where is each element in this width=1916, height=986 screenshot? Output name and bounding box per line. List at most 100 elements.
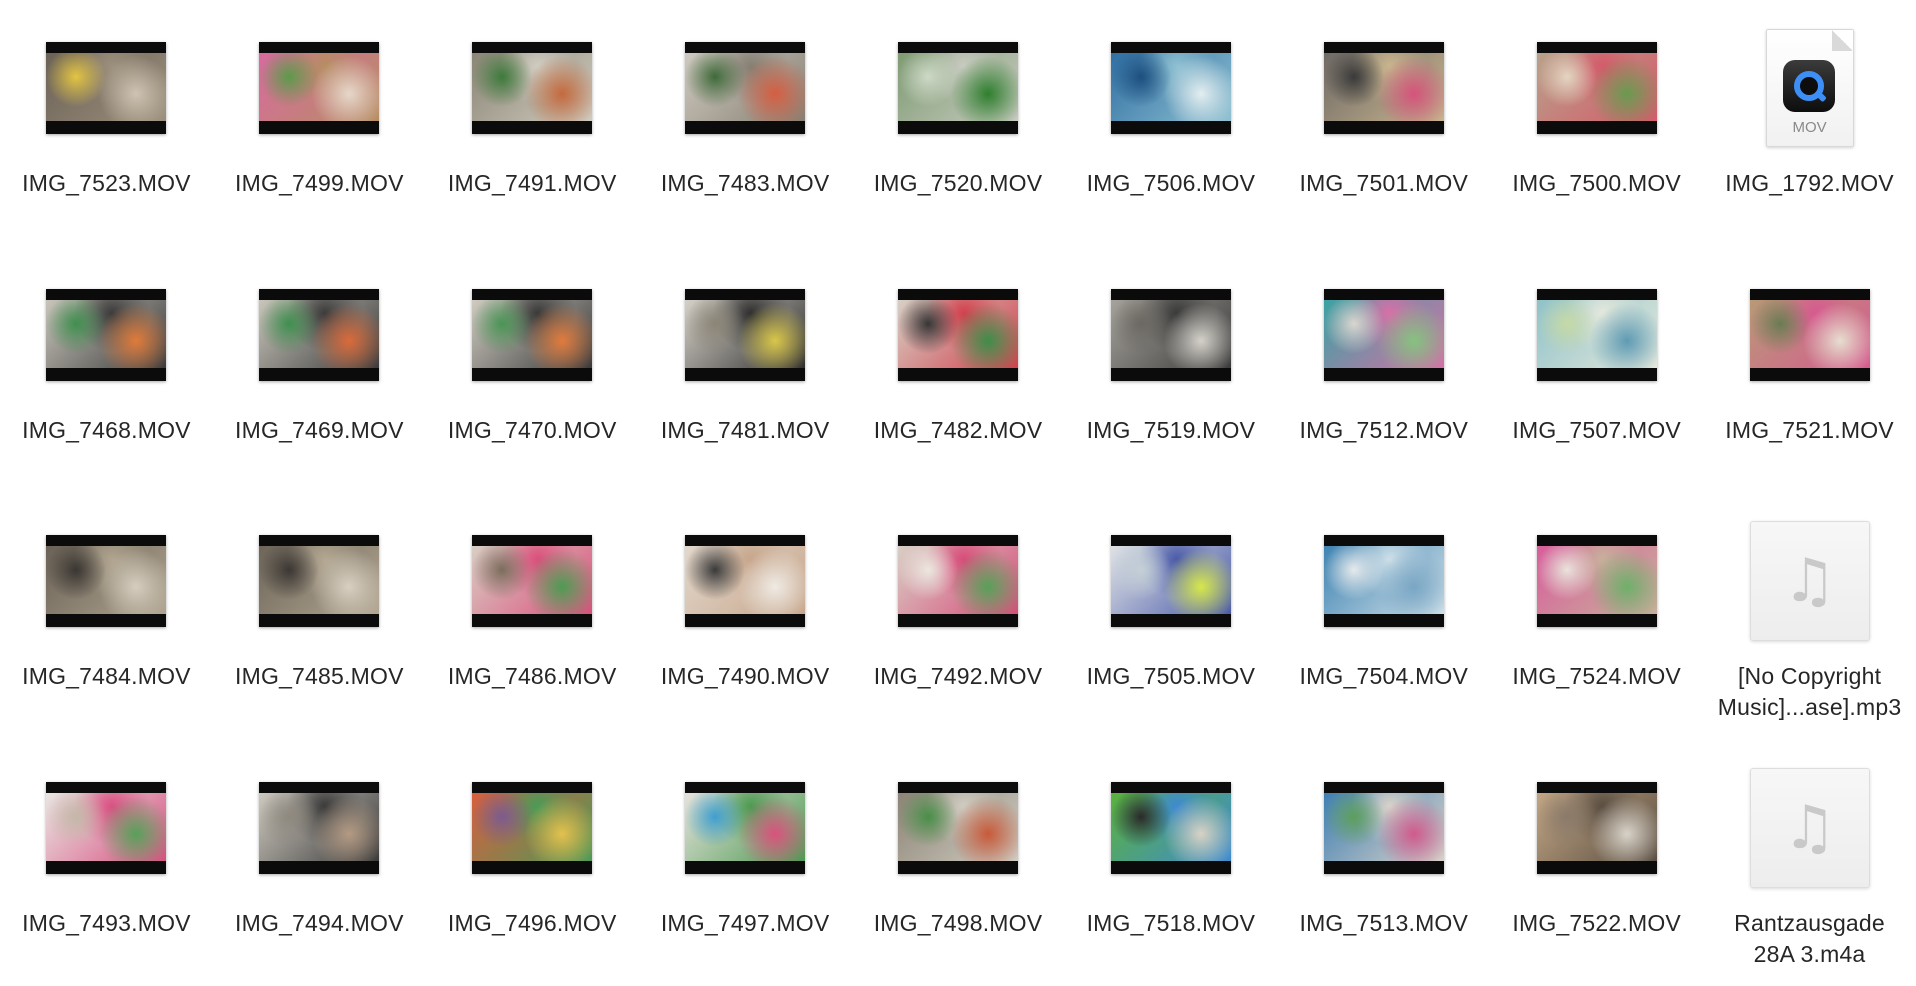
video-thumbnail[interactable] <box>472 42 593 134</box>
file-item[interactable]: IMG_7513.MOV <box>1277 740 1490 986</box>
file-item[interactable]: ♫ Rantzausgade 28A 3.m4a <box>1703 740 1916 986</box>
file-icon-area[interactable] <box>1064 531 1277 631</box>
file-icon-area[interactable] <box>1277 285 1490 385</box>
file-name-label[interactable]: IMG_7507.MOV <box>1482 415 1711 446</box>
file-name-label[interactable]: IMG_7486.MOV <box>418 661 647 692</box>
file-name-label[interactable]: IMG_7485.MOV <box>205 661 434 692</box>
file-name-label[interactable]: IMG_7504.MOV <box>1269 661 1498 692</box>
video-thumbnail[interactable] <box>897 535 1018 627</box>
file-icon-area[interactable] <box>213 531 426 631</box>
video-thumbnail[interactable] <box>685 535 806 627</box>
file-item[interactable]: IMG_7498.MOV <box>852 740 1065 986</box>
file-name-label[interactable]: IMG_7491.MOV <box>418 168 647 199</box>
file-icon-area[interactable]: MOV <box>1703 29 1916 147</box>
file-icon-area[interactable] <box>213 778 426 878</box>
video-thumbnail[interactable] <box>1749 288 1870 381</box>
file-name-label[interactable]: IMG_7522.MOV <box>1482 908 1711 939</box>
video-thumbnail[interactable] <box>46 288 167 381</box>
file-item[interactable]: IMG_7494.MOV <box>213 740 426 986</box>
file-item[interactable]: IMG_7500.MOV <box>1490 0 1703 247</box>
file-item[interactable]: IMG_7484.MOV <box>0 493 213 740</box>
file-item[interactable]: IMG_7492.MOV <box>852 493 1065 740</box>
video-thumbnail[interactable] <box>46 42 167 134</box>
file-icon-area[interactable] <box>0 531 213 631</box>
video-thumbnail[interactable] <box>1536 781 1657 874</box>
file-icon-area[interactable] <box>852 531 1065 631</box>
video-thumbnail[interactable] <box>1536 535 1657 627</box>
file-name-label[interactable]: IMG_7490.MOV <box>631 661 860 692</box>
file-name-label[interactable]: IMG_7520.MOV <box>844 168 1073 199</box>
file-icon-area[interactable] <box>1064 38 1277 138</box>
file-icon-area[interactable] <box>1490 285 1703 385</box>
file-icon-area[interactable] <box>0 38 213 138</box>
file-item[interactable]: IMG_7512.MOV <box>1277 247 1490 494</box>
file-icon-area[interactable]: ♫ <box>1703 767 1916 888</box>
file-item[interactable]: IMG_7483.MOV <box>639 0 852 247</box>
file-item[interactable]: IMG_7499.MOV <box>213 0 426 247</box>
video-thumbnail[interactable] <box>259 535 380 627</box>
file-name-label[interactable]: IMG_7482.MOV <box>844 415 1073 446</box>
file-name-label[interactable]: IMG_7500.MOV <box>1482 168 1711 199</box>
file-item[interactable]: IMG_7523.MOV <box>0 0 213 247</box>
file-icon-area[interactable] <box>1277 778 1490 878</box>
file-name-label[interactable]: IMG_7494.MOV <box>205 908 434 939</box>
video-thumbnail[interactable] <box>1110 781 1231 874</box>
file-name-label[interactable]: IMG_7493.MOV <box>0 908 221 939</box>
file-name-label[interactable]: IMG_7518.MOV <box>1056 908 1285 939</box>
file-icon-area[interactable] <box>1277 38 1490 138</box>
file-name-label[interactable]: IMG_7492.MOV <box>844 661 1073 692</box>
file-icon-area[interactable] <box>1064 285 1277 385</box>
video-thumbnail[interactable] <box>46 781 167 874</box>
file-item[interactable]: IMG_7522.MOV <box>1490 740 1703 986</box>
file-icon-area[interactable] <box>426 778 639 878</box>
video-thumbnail[interactable] <box>1110 535 1231 627</box>
video-thumbnail[interactable] <box>1323 781 1444 874</box>
file-icon-area[interactable] <box>1490 38 1703 138</box>
file-item[interactable]: IMG_7518.MOV <box>1064 740 1277 986</box>
video-thumbnail[interactable] <box>685 42 806 134</box>
video-thumbnail[interactable] <box>259 42 380 134</box>
file-item[interactable]: IMG_7497.MOV <box>639 740 852 986</box>
file-item[interactable]: IMG_7485.MOV <box>213 493 426 740</box>
video-thumbnail[interactable] <box>1110 42 1231 134</box>
file-name-label[interactable]: IMG_7512.MOV <box>1269 415 1498 446</box>
audio-file-icon[interactable]: ♫ <box>1749 767 1870 888</box>
file-icon-area[interactable] <box>1277 531 1490 631</box>
file-icon-area[interactable] <box>0 778 213 878</box>
file-item[interactable]: IMG_7521.MOV <box>1703 247 1916 494</box>
file-item[interactable]: IMG_7507.MOV <box>1490 247 1703 494</box>
file-item[interactable]: IMG_7519.MOV <box>1064 247 1277 494</box>
file-name-label[interactable]: IMG_7470.MOV <box>418 415 647 446</box>
file-item[interactable]: ♫ [No Copyright Music]...ase].mp3 <box>1703 493 1916 740</box>
file-icon-area[interactable] <box>1490 531 1703 631</box>
video-thumbnail[interactable] <box>1110 288 1231 381</box>
file-name-label[interactable]: IMG_1792.MOV <box>1695 168 1916 199</box>
file-name-label[interactable]: IMG_7513.MOV <box>1269 908 1498 939</box>
video-thumbnail[interactable] <box>259 781 380 874</box>
file-name-label[interactable]: IMG_7524.MOV <box>1482 661 1711 692</box>
file-name-label[interactable]: IMG_7496.MOV <box>418 908 647 939</box>
file-item[interactable]: IMG_7505.MOV <box>1064 493 1277 740</box>
file-icon-area[interactable] <box>852 285 1065 385</box>
file-icon-area[interactable] <box>426 285 639 385</box>
video-thumbnail[interactable] <box>472 781 593 874</box>
video-thumbnail[interactable] <box>685 781 806 874</box>
audio-file-icon[interactable]: ♫ <box>1749 521 1870 641</box>
video-thumbnail[interactable] <box>46 535 167 627</box>
file-name-label[interactable]: [No Copyright Music]...ase].mp3 <box>1695 661 1916 723</box>
video-thumbnail[interactable] <box>685 288 806 381</box>
file-name-label[interactable]: IMG_7498.MOV <box>844 908 1073 939</box>
file-item[interactable]: IMG_7501.MOV <box>1277 0 1490 247</box>
file-item[interactable]: IMG_7486.MOV <box>426 493 639 740</box>
file-item[interactable]: IMG_7524.MOV <box>1490 493 1703 740</box>
video-thumbnail[interactable] <box>897 288 1018 381</box>
file-item[interactable]: IMG_7468.MOV <box>0 247 213 494</box>
file-name-label[interactable]: IMG_7505.MOV <box>1056 661 1285 692</box>
video-thumbnail[interactable] <box>472 288 593 381</box>
file-icon-area[interactable] <box>1490 778 1703 878</box>
file-icon-area[interactable] <box>639 531 852 631</box>
file-name-label[interactable]: IMG_7521.MOV <box>1695 415 1916 446</box>
video-thumbnail[interactable] <box>1323 535 1444 627</box>
file-icon-area[interactable] <box>852 38 1065 138</box>
quicktime-document-icon[interactable]: MOV <box>1765 29 1854 147</box>
